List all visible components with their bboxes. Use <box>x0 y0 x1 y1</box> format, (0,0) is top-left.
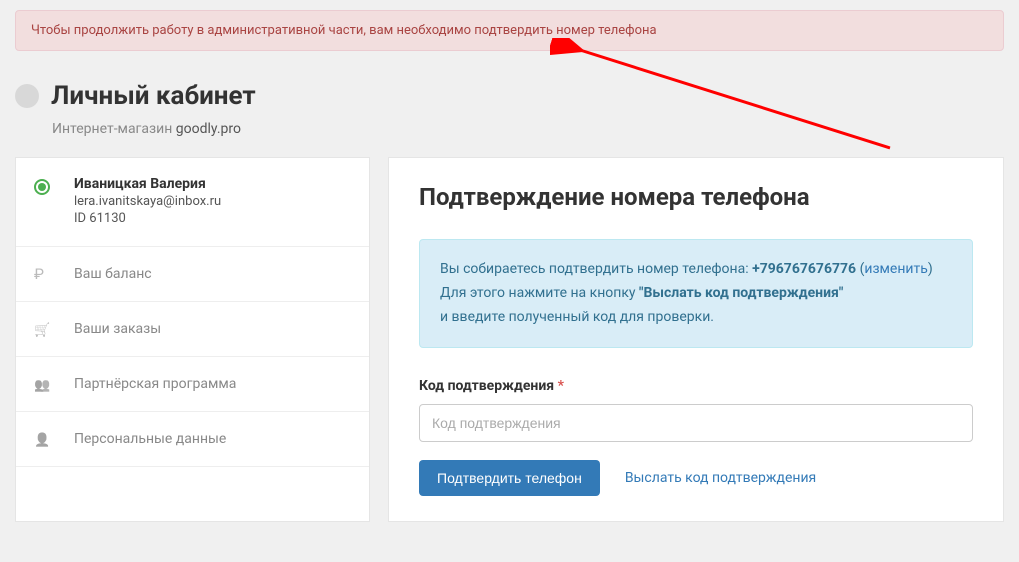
page-subheader: Интернет-магазин goodly.pro <box>0 121 1019 157</box>
page-title: Личный кабинет <box>51 81 256 111</box>
sidebar-item-personal[interactable]: Персональные данные <box>16 412 369 467</box>
user-info: Иваницкая Валерия lera.ivanitskaya@inbox… <box>74 176 351 228</box>
info-box: Вы собираетесь подтвердить номер телефон… <box>419 239 973 348</box>
info-line1-prefix: Вы собираетесь подтвердить номер телефон… <box>440 261 752 277</box>
main-title: Подтверждение номера телефона <box>419 183 973 211</box>
info-line2-prefix: Для этого нажмите на кнопку <box>440 285 639 301</box>
sidebar-item-label: Партнёрская программа <box>74 376 236 392</box>
confirm-phone-button[interactable]: Подтвердить телефон <box>419 460 600 496</box>
sidebar-user-block: Иваницкая Валерия lera.ivanitskaya@inbox… <box>16 158 369 247</box>
page-header: Личный кабинет <box>0 61 1019 121</box>
user-name: Иваницкая Валерия <box>74 176 351 192</box>
users-icon <box>34 375 74 393</box>
change-phone-link[interactable]: изменить <box>864 261 928 277</box>
cart-icon <box>34 320 74 338</box>
code-label-text: Код подтверждения <box>419 378 554 394</box>
info-phone: +796767676776 <box>752 261 856 277</box>
shop-name: goodly.pro <box>176 121 241 137</box>
info-line1: Вы собираетесь подтвердить номер телефон… <box>440 258 952 282</box>
sidebar-item-partner[interactable]: Партнёрская программа <box>16 357 369 412</box>
action-row: Подтвердить телефон Выслать код подтверж… <box>419 460 973 496</box>
code-label: Код подтверждения * <box>419 378 973 394</box>
alert-banner: Чтобы продолжить работу в административн… <box>15 10 1004 51</box>
sidebar: Иваницкая Валерия lera.ivanitskaya@inbox… <box>15 157 370 522</box>
sidebar-item-label: Ваши заказы <box>74 321 161 337</box>
user-id: ID 61130 <box>74 211 351 226</box>
user-status-icon-wrap <box>34 176 74 228</box>
user-email: lera.ivanitskaya@inbox.ru <box>74 194 351 209</box>
avatar-placeholder-icon <box>15 84 39 108</box>
person-icon <box>34 430 74 448</box>
subheader-prefix: Интернет-магазин <box>52 121 176 137</box>
required-mark: * <box>558 378 564 394</box>
alert-text: Чтобы продолжить работу в административн… <box>31 23 657 38</box>
ruble-icon <box>34 265 74 283</box>
info-line2: Для этого нажмите на кнопку "Выслать код… <box>440 282 952 306</box>
info-line3: и введите полученный код для проверки. <box>440 306 952 330</box>
main-panel: Подтверждение номера телефона Вы собирае… <box>388 157 1004 522</box>
info-line2-bold: "Выслать код подтверждения" <box>639 285 843 301</box>
main-layout: Иваницкая Валерия lera.ivanitskaya@inbox… <box>0 157 1019 522</box>
send-code-link[interactable]: Выслать код подтверждения <box>625 470 816 486</box>
sidebar-item-label: Персональные данные <box>74 431 226 447</box>
user-online-icon <box>34 179 50 195</box>
code-input[interactable] <box>419 404 973 442</box>
sidebar-item-orders[interactable]: Ваши заказы <box>16 302 369 357</box>
sidebar-item-label: Ваш баланс <box>74 266 152 282</box>
sidebar-item-balance[interactable]: Ваш баланс <box>16 247 369 302</box>
